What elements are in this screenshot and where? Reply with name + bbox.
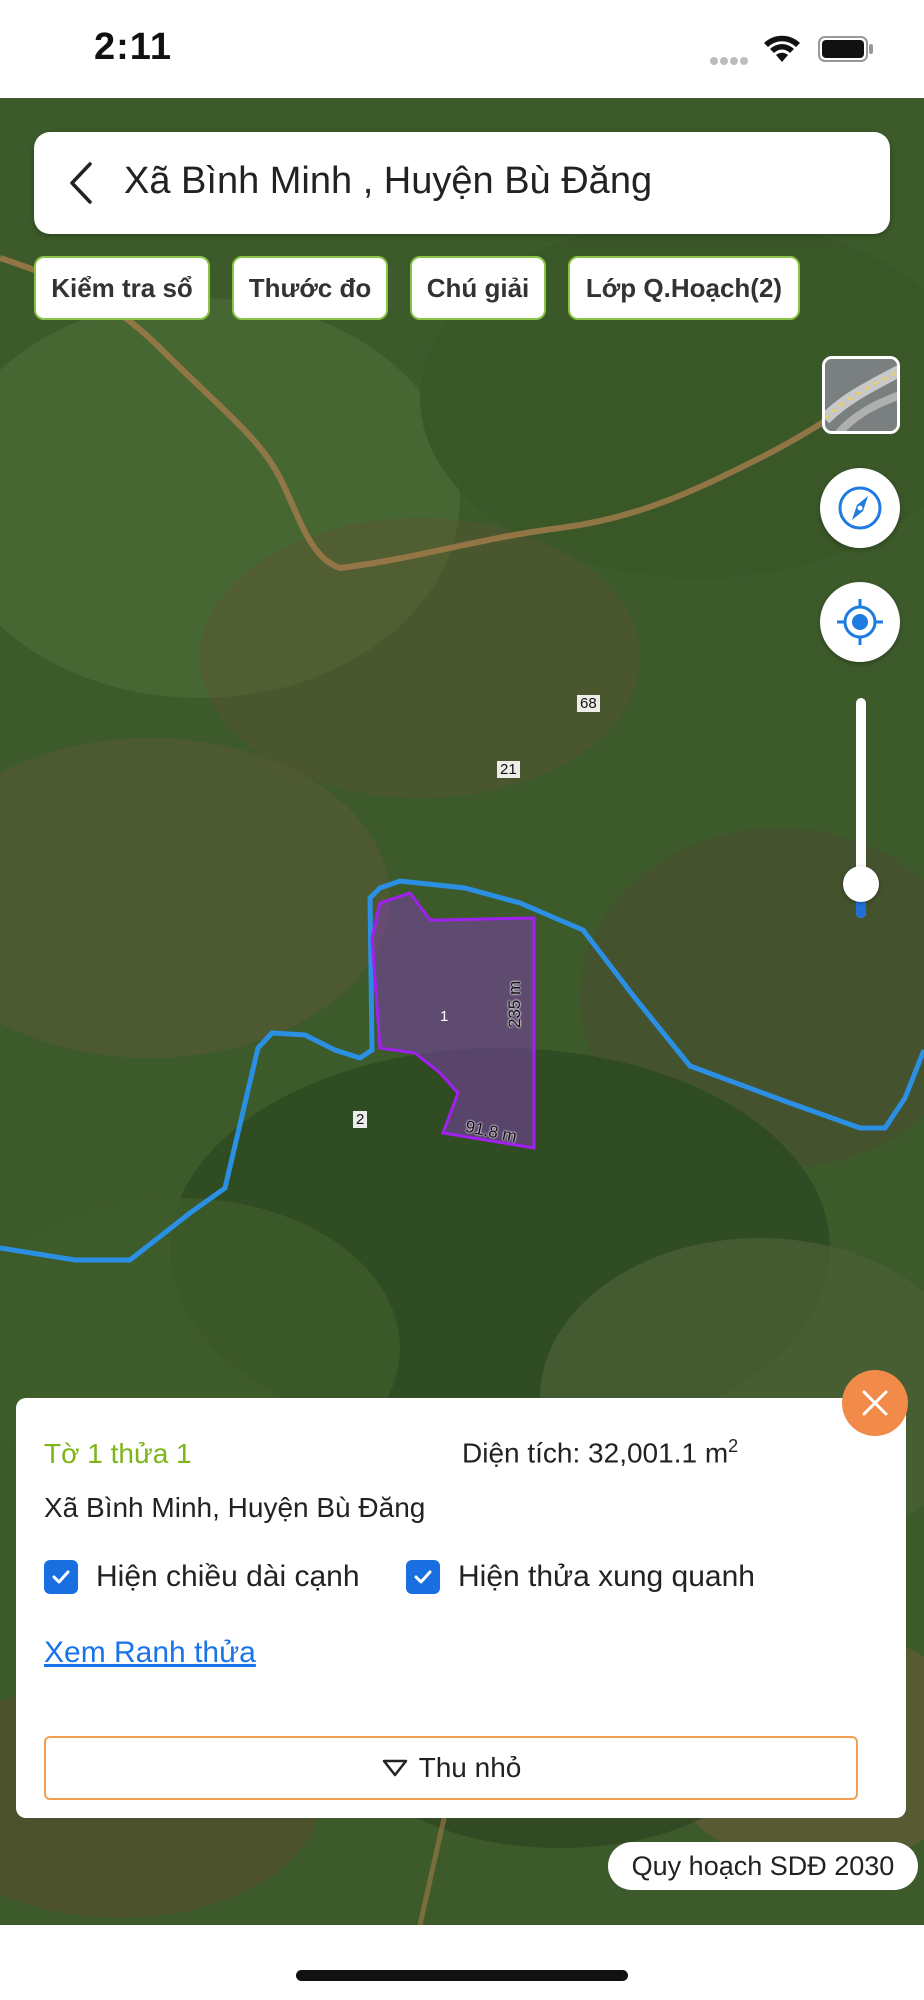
zoom-slider-thumb[interactable] [843,866,879,902]
checkmark-icon [414,1570,432,1584]
legend-chip[interactable]: Chú giải [410,256,546,320]
cellular-signal-icon [710,52,752,65]
collapse-button[interactable]: Thu nhỏ [44,1736,858,1800]
check-certificate-chip[interactable]: Kiểm tra sổ [34,256,210,320]
show-edge-length-checkbox[interactable] [44,1560,78,1594]
parcel-address: Xã Bình Minh, Huyện Bù Đăng [44,1492,426,1523]
compass-icon [838,486,882,530]
view-parcel-boundary-link[interactable]: Xem Ranh thửa [44,1636,256,1670]
measure-tool-chip[interactable]: Thước đo [232,256,388,320]
wifi-icon [764,35,800,62]
show-edge-length-label: Hiện chiều dài cạnh [96,1560,360,1593]
edge-length-label: 235 m [505,980,524,1028]
parcel-area-text: Diện tích: 32,001.1 m [462,1437,729,1469]
show-surrounding-parcels-checkbox[interactable] [406,1560,440,1594]
battery-icon [818,36,873,62]
close-icon [862,1390,888,1416]
map-layer-thumbnail-icon [825,359,897,431]
location-target-icon [837,599,883,645]
status-time: 2:11 [94,26,172,68]
location-title[interactable]: Xã Bình Minh , Huyện Bù Đăng [124,160,652,203]
selected-parcel-number-label[interactable]: 1 [437,1008,451,1025]
bottom-safe-area [0,1925,924,2000]
triangle-down-icon [382,1759,407,1777]
map-layer-button[interactable] [822,356,900,434]
area-unit-superscript: 2 [728,1436,739,1456]
parcel-number-label[interactable]: 21 [497,761,520,778]
parcel-number-label[interactable]: 68 [577,695,600,712]
close-panel-button[interactable] [842,1370,908,1436]
back-arrow-icon[interactable] [62,160,102,206]
show-surrounding-parcels-option[interactable]: Hiện thửa xung quanh [406,1560,755,1594]
parcel-number-label[interactable]: 2 [353,1111,368,1128]
planning-layer-chip[interactable]: Lớp Q.Hoạch(2) [568,256,800,320]
collapse-label: Thu nhỏ [418,1752,522,1783]
my-location-button[interactable] [820,582,900,662]
location-header: Xã Bình Minh , Huyện Bù Đăng [34,132,890,234]
parcel-title: Tờ 1 thửa 1 [44,1438,192,1469]
planning-layer-badge[interactable]: Quy hoạch SDĐ 2030 [608,1842,918,1890]
home-indicator[interactable] [296,1970,628,1981]
show-edge-length-option[interactable]: Hiện chiều dài cạnh [44,1560,360,1594]
show-surrounding-parcels-label: Hiện thửa xung quanh [458,1560,755,1593]
checkmark-icon [52,1570,70,1584]
compass-button[interactable] [820,468,900,548]
parcel-area: Diện tích: 32,001.1 m2 [462,1436,738,1469]
parcel-info-panel: Tờ 1 thửa 1 Diện tích: 32,001.1 m2 Xã Bì… [16,1398,906,1818]
status-bar: 2:11 [0,0,924,98]
